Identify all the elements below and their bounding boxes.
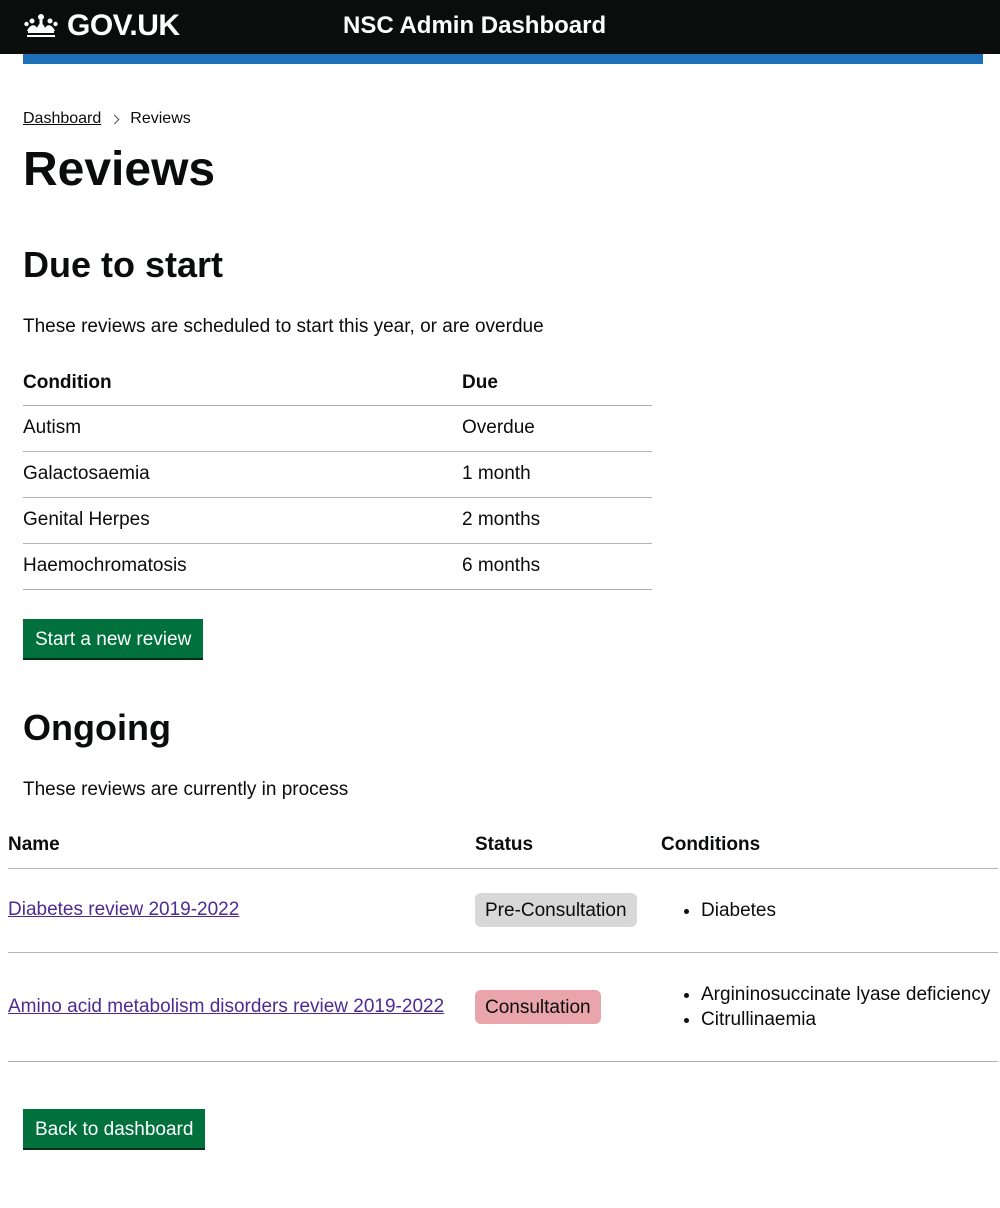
breadcrumb: Dashboard Reviews	[23, 109, 191, 129]
condition-cell: Genital Herpes	[23, 497, 462, 544]
due-to-start-description: These reviews are scheduled to start thi…	[23, 316, 544, 337]
back-to-dashboard-button[interactable]: Back to dashboard	[23, 1109, 206, 1148]
column-header-name: Name	[8, 823, 475, 869]
condition-cell: Autism	[23, 405, 462, 452]
table-header-row: Name Status Conditions	[8, 823, 998, 869]
due-cell: 2 months	[462, 497, 652, 544]
table-row: Amino acid metabolism disorders review 2…	[8, 952, 998, 1062]
start-new-review-button[interactable]: Start a new review	[23, 619, 204, 658]
column-header-status: Status	[475, 823, 661, 869]
breadcrumb-link-dashboard[interactable]: Dashboard	[23, 109, 101, 129]
table-row: Haemochromatosis 6 months	[23, 543, 652, 590]
header-stripe	[23, 54, 983, 64]
table-header-row: Condition Due	[23, 360, 652, 406]
table-row: Galactosaemia 1 month	[23, 451, 652, 498]
condition-cell: Haemochromatosis	[23, 543, 462, 590]
review-name-cell: Amino acid metabolism disorders review 2…	[8, 952, 475, 1062]
chevron-right-icon	[109, 114, 120, 124]
ongoing-reviews-table: Name Status Conditions Diabetes review 2…	[8, 823, 998, 1062]
ongoing-heading: Ongoing	[23, 707, 171, 748]
status-badge: Pre-Consultation	[475, 893, 637, 927]
due-cell: 1 month	[462, 451, 652, 498]
due-cell: Overdue	[462, 405, 652, 452]
site-header: GOV.UK NSC Admin Dashboard	[0, 0, 1000, 54]
review-link-amino-acid[interactable]: Amino acid metabolism disorders review 2…	[8, 996, 444, 1017]
column-header-condition: Condition	[23, 360, 462, 406]
conditions-cell: Argininosuccinate lyase deficiency Citru…	[661, 952, 998, 1062]
list-item: Diabetes	[701, 898, 998, 923]
crown-icon	[24, 14, 58, 37]
due-cell: 6 months	[462, 543, 652, 590]
due-to-start-table: Condition Due Autism Overdue Galactosaem…	[23, 360, 652, 590]
table-row: Diabetes review 2019-2022 Pre-Consultati…	[8, 868, 998, 953]
service-name[interactable]: NSC Admin Dashboard	[343, 10, 606, 42]
column-header-due: Due	[462, 360, 652, 406]
conditions-cell: Diabetes	[661, 868, 998, 953]
govuk-logo-link[interactable]: GOV.UK	[23, 8, 180, 44]
table-row: Genital Herpes 2 months	[23, 497, 652, 544]
column-header-conditions: Conditions	[661, 823, 998, 869]
page-title: Reviews	[23, 143, 216, 196]
list-item: Argininosuccinate lyase deficiency	[701, 982, 998, 1007]
status-badge: Consultation	[475, 989, 601, 1024]
condition-cell: Galactosaemia	[23, 451, 462, 498]
table-row: Autism Overdue	[23, 405, 652, 452]
ongoing-description: These reviews are currently in process	[23, 779, 349, 800]
review-link-diabetes[interactable]: Diabetes review 2019-2022	[8, 899, 239, 920]
list-item: Citrullinaemia	[701, 1007, 998, 1032]
breadcrumb-current: Reviews	[130, 110, 191, 127]
conditions-list: Diabetes	[661, 898, 998, 923]
status-cell: Pre-Consultation	[475, 868, 661, 953]
status-cell: Consultation	[475, 952, 661, 1062]
review-name-cell: Diabetes review 2019-2022	[8, 868, 475, 953]
due-to-start-heading: Due to start	[23, 244, 224, 285]
logo-text: GOV.UK	[67, 9, 180, 42]
conditions-list: Argininosuccinate lyase deficiency Citru…	[661, 982, 998, 1032]
